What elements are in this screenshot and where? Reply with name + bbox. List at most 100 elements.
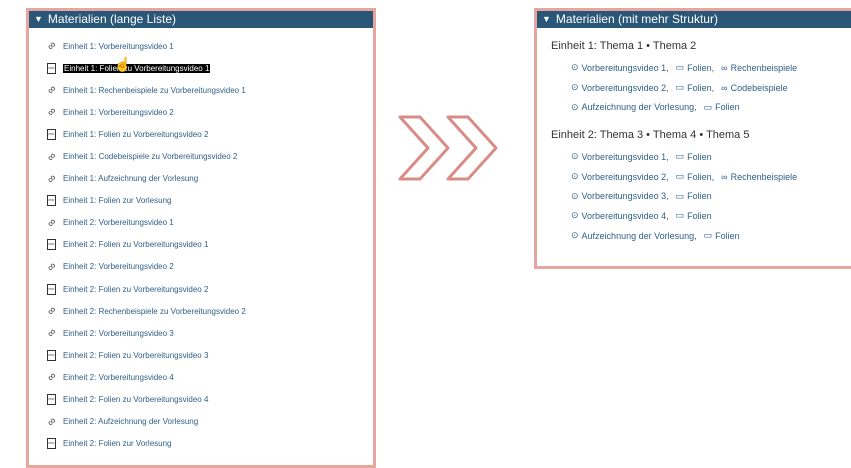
list-item-label[interactable]: Einheit 2: Folien zu Vorbereitungsvideo … — [63, 240, 208, 249]
list-item-label[interactable]: Einheit 2: Folien zu Vorbereitungsvideo … — [63, 395, 208, 404]
list-item[interactable]: ∞ Einheit 2: Vorbereitungsvideo 1 — [44, 212, 373, 234]
list-item[interactable]: ∞ Einheit 1: Codebeispiele zu Vorbereitun… — [44, 145, 373, 167]
material-link[interactable]: Folien — [715, 102, 740, 112]
panel-header[interactable]: ▼ Materialien (lange Liste) — [29, 11, 373, 28]
material-row: ⊙ Aufzeichnung der Vorlesung, ▭ Folien — [571, 97, 851, 117]
list-item-label[interactable]: Einheit 1: Aufzeichnung der Vorlesung — [63, 174, 198, 183]
link-icon: ∞ — [44, 304, 59, 319]
pdf-file-icon: PDF — [46, 239, 57, 251]
list-item[interactable]: PDF Einheit 1: Folien zur Vorlesung — [46, 190, 373, 212]
list-item[interactable]: ∞ Einheit 1: Vorbereitungsvideo 2 — [44, 101, 373, 123]
material-link[interactable]: Folien — [687, 152, 712, 162]
pdf-file-icon: PDF — [46, 195, 57, 207]
list-item[interactable]: PDF Einheit 1: Folien zu Vorbereitungsvid… — [46, 57, 373, 79]
double-chevron-arrow-icon — [398, 115, 498, 181]
material-link[interactable]: Folien — [687, 172, 712, 182]
list-item-label[interactable]: Einheit 1: Folien zu Vorbereitungsvideo … — [63, 63, 211, 73]
unit-groups: Einheit 1: Thema 1 • Thema 2 ⊙ Vorbereitun… — [537, 40, 851, 246]
slides-icon: ▭ — [675, 171, 685, 182]
link-icon: ∞ — [44, 414, 59, 429]
pdf-file-icon: PDF — [46, 283, 57, 295]
material-link[interactable]: Rechenbeispiele — [731, 63, 798, 73]
pdf-file-icon: PDF — [46, 438, 57, 450]
material-link[interactable]: Folien — [687, 191, 712, 201]
list-item-label[interactable]: Einheit 1: Folien zu Vorbereitungsvideo … — [63, 130, 208, 139]
caret-down-icon: ▼ — [34, 14, 43, 24]
link-icon: ∞ — [44, 171, 59, 186]
play-icon: ⊙ — [571, 230, 579, 241]
material-link[interactable]: Codebeispiele — [731, 83, 788, 93]
link-icon: ∞ — [44, 326, 59, 341]
list-item[interactable]: ∞ Einheit 1: Rechenbeispiele zu Vorbereit… — [44, 79, 373, 101]
slides-icon: ▭ — [675, 82, 685, 93]
list-item-label[interactable]: Einheit 1: Codebeispiele zu Vorbereitung… — [63, 152, 237, 161]
separator-comma: , — [666, 151, 669, 162]
slides-icon: ▭ — [675, 62, 685, 73]
play-icon: ⊙ — [571, 62, 579, 73]
panel-title: Materialien (mit mehr Struktur) — [555, 12, 718, 26]
material-row: ⊙ Vorbereitungsvideo 1, ▭ Folien — [571, 147, 851, 167]
list-item-label[interactable]: Einheit 2: Rechenbeispiele zu Vorbereitu… — [63, 307, 246, 316]
play-icon: ⊙ — [571, 101, 579, 112]
slides-icon: ▭ — [675, 210, 685, 221]
unit-rows: ⊙ Vorbereitungsvideo 1, ▭ Folien, ∞ Rechenbei… — [537, 58, 851, 117]
material-link[interactable]: Folien — [687, 83, 712, 93]
link-icon: ∞ — [44, 83, 59, 98]
list-item-label[interactable]: Einheit 1: Rechenbeispiele zu Vorbereitu… — [63, 86, 246, 95]
material-link[interactable]: Folien — [687, 63, 712, 73]
list-item[interactable]: PDF Einheit 1: Folien zu Vorbereitungsvid… — [46, 123, 373, 145]
separator-comma: , — [666, 191, 669, 202]
list-item[interactable]: ∞ Einheit 1: Aufzeichnung der Vorlesung — [44, 168, 373, 190]
list-item[interactable]: PDF Einheit 2: Folien zu Vorbereitungsvid… — [46, 278, 373, 300]
unit-rows: ⊙ Vorbereitungsvideo 1, ▭ Folien ⊙ Vorbereitu… — [537, 147, 851, 245]
list-item[interactable]: ∞ Einheit 2: Vorbereitungsvideo 3 — [44, 322, 373, 344]
list-item[interactable]: ∞ Einheit 2: Rechenbeispiele zu Vorbereit… — [44, 300, 373, 322]
list-item[interactable]: PDF Einheit 2: Folien zur Vorlesung — [46, 433, 373, 455]
material-link[interactable]: Aufzeichnung der Vorlesung — [582, 231, 695, 241]
list-item[interactable]: ∞ Einheit 2: Vorbereitungsvideo 2 — [44, 256, 373, 278]
separator-comma: , — [666, 171, 669, 182]
link-icon: ∞ — [44, 370, 59, 385]
list-item-label[interactable]: Einheit 2: Vorbereitungsvideo 2 — [63, 262, 174, 271]
slides-icon: ▭ — [703, 101, 713, 112]
list-item[interactable]: PDF Einheit 2: Folien zu Vorbereitungsvid… — [46, 234, 373, 256]
list-item-label[interactable]: Einheit 2: Folien zur Vorlesung — [63, 439, 172, 448]
panel-header[interactable]: ▼ Materialien (mit mehr Struktur) — [537, 11, 851, 28]
play-icon: ⊙ — [571, 82, 579, 93]
material-link[interactable]: Rechenbeispiele — [731, 172, 798, 182]
list-item[interactable]: PDF Einheit 2: Folien zu Vorbereitungsvid… — [46, 389, 373, 411]
list-item[interactable]: PDF Einheit 2: Folien zu Vorbereitungsvid… — [46, 344, 373, 366]
list-item-label[interactable]: Einheit 1: Folien zur Vorlesung — [63, 196, 172, 205]
list-item-label[interactable]: Einheit 2: Folien zu Vorbereitungsvideo … — [63, 351, 208, 360]
list-item-label[interactable]: Einheit 2: Folien zu Vorbereitungsvideo … — [63, 285, 208, 294]
material-row: ⊙ Vorbereitungsvideo 2, ▭ Folien, ∞ Codebeisp… — [571, 78, 851, 98]
list-item-label[interactable]: Einheit 1: Vorbereitungsvideo 2 — [63, 108, 174, 117]
material-link[interactable]: Folien — [687, 211, 712, 221]
link-icon: ∞ — [44, 39, 59, 54]
list-item[interactable]: ∞ Einheit 2: Aufzeichnung der Vorlesung — [44, 411, 373, 433]
material-link[interactable]: Aufzeichnung der Vorlesung — [582, 102, 695, 112]
material-link[interactable]: Vorbereitungsvideo 1 — [582, 152, 667, 162]
material-link[interactable]: Folien — [715, 231, 740, 241]
slides-icon: ▭ — [675, 190, 685, 201]
material-link[interactable]: Vorbereitungsvideo 3 — [582, 191, 667, 201]
link-icon: ∞ — [721, 171, 728, 182]
pdf-file-icon: PDF — [46, 62, 57, 74]
material-link[interactable]: Vorbereitungsvideo 2 — [582, 83, 667, 93]
separator-comma: , — [711, 171, 715, 182]
link-icon: ∞ — [44, 215, 59, 230]
material-link[interactable]: Vorbereitungsvideo 1 — [582, 63, 667, 73]
list-item-label[interactable]: Einheit 2: Aufzeichnung der Vorlesung — [63, 417, 198, 426]
list-item-label[interactable]: Einheit 2: Vorbereitungsvideo 4 — [63, 373, 174, 382]
material-link[interactable]: Vorbereitungsvideo 4 — [582, 211, 667, 221]
list-item-label[interactable]: Einheit 2: Vorbereitungsvideo 3 — [63, 329, 174, 338]
list-item-label[interactable]: Einheit 1: Vorbereitungsvideo 1 — [63, 42, 174, 51]
unit-title: Einheit 1: Thema 1 • Thema 2 — [551, 40, 697, 52]
material-row: ⊙ Vorbereitungsvideo 3, ▭ Folien — [571, 186, 851, 206]
separator-comma: , — [711, 62, 715, 73]
list-item-label[interactable]: Einheit 2: Vorbereitungsvideo 1 — [63, 218, 174, 227]
list-item[interactable]: ∞ Einheit 2: Vorbereitungsvideo 4 — [44, 366, 373, 388]
separator-comma: , — [666, 82, 669, 93]
list-item[interactable]: ∞ Einheit 1: Vorbereitungsvideo 1 — [44, 35, 373, 57]
material-link[interactable]: Vorbereitungsvideo 2 — [582, 172, 667, 182]
